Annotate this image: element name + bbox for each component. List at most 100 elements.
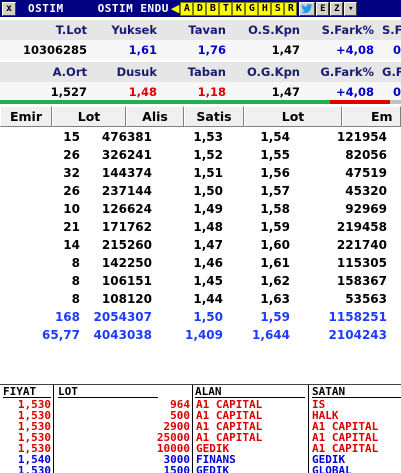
depth-cell-bid-price: 1,409	[185, 328, 223, 342]
depth-total-row[interactable]: 65,7740430381,4091,644210424334	[0, 326, 401, 344]
trade-row[interactable]: 1,530 1500 GEDIK GLOBAL	[0, 465, 401, 473]
depth-cell-ask-price: 1,60	[260, 238, 290, 252]
letter-button-g[interactable]: G	[245, 1, 259, 16]
depth-cell-buy-lot: 108120	[101, 292, 152, 306]
dropdown-chevron-icon[interactable]: ▾	[344, 1, 358, 16]
depth-cell-sell-lot: 45320	[345, 184, 387, 198]
depth-total-row[interactable]: 16820543071,501,5911582511	[0, 308, 401, 326]
depth-cell-sell-lot: 53563	[345, 292, 387, 306]
trade-header-seller: SATAN	[312, 385, 401, 398]
col-header-sell-lot[interactable]: Lot	[244, 106, 342, 127]
trade-header-buyer: ALAN	[195, 385, 305, 398]
depth-row[interactable]: 8 106151 1,45 1,62 158367	[0, 272, 401, 290]
ceiling-value: 1,76	[197, 43, 226, 57]
depth-row[interactable]: 26 237144 1,50 1,57 45320	[0, 182, 401, 200]
depth-row[interactable]: 26 326241 1,52 1,55 82056	[0, 146, 401, 164]
floor-label: Taban	[187, 65, 226, 79]
letter-button-s[interactable]: S	[271, 1, 285, 16]
s-fark-value: +4,08	[335, 43, 374, 57]
z-button[interactable]: Z	[330, 1, 344, 16]
arrow-left-icon[interactable]: ◀	[171, 2, 179, 15]
summary-value-row-2: 1,527 1,48 1,18 1,47 +4,08 0	[0, 82, 401, 102]
g-fark-label: G.Fark%	[320, 65, 374, 79]
col-header-ask[interactable]: Satis	[184, 106, 244, 127]
avg-label: A.Ort	[52, 65, 87, 79]
depth-cell-bid-price: 1,50	[193, 310, 223, 324]
depth-cell-sell-lot: 92969	[345, 202, 387, 216]
floor-value: 1,18	[197, 85, 226, 99]
depth-cell-buy-orders: 168	[54, 310, 80, 324]
price-change-strip	[0, 100, 401, 104]
letter-button-h[interactable]: H	[258, 1, 272, 16]
trade-price: 1,530	[17, 464, 51, 473]
depth-cell-ask-price: 1,54	[260, 130, 290, 144]
letter-button-a[interactable]: A	[180, 1, 194, 16]
col-header-sell-orders[interactable]: Em	[342, 106, 401, 127]
depth-cell-buy-orders: 26	[63, 184, 80, 198]
depth-cell-sell-lot: 158367	[336, 274, 387, 288]
low-label: Dusuk	[116, 65, 157, 79]
trades-panel: FIYAT LOT ALAN SATAN 1,530 964 A1 CAPITAL I…	[0, 384, 401, 473]
depth-cell-ask-price: 1,59	[260, 310, 290, 324]
letter-buttons: A D B T K G H S R	[180, 1, 298, 16]
depth-cell-buy-lot: 326241	[101, 148, 152, 162]
depth-cell-buy-lot: 144374	[101, 166, 152, 180]
letter-button-t[interactable]: T	[219, 1, 233, 16]
depth-cell-ask-price: 1,63	[260, 292, 290, 306]
g-fark-value: +4,08	[335, 85, 374, 99]
os-kpn-label: O.S.Kpn	[248, 23, 300, 37]
s-fark-label: S.Fark%	[321, 23, 374, 37]
letter-button-r[interactable]: R	[284, 1, 298, 16]
avg-value: 1,527	[50, 85, 87, 99]
depth-row[interactable]: 15 476381 1,53 1,54 121954	[0, 128, 401, 146]
depth-cell-buy-lot: 237144	[101, 184, 152, 198]
depth-row[interactable]: 21 171762 1,48 1,59 219458	[0, 218, 401, 236]
depth-cell-ask-price: 1,61	[260, 256, 290, 270]
g-f-value: 0	[393, 85, 401, 99]
depth-cell-buy-lot: 4043038	[93, 328, 152, 342]
close-button[interactable]: x	[2, 1, 16, 16]
twitter-bird-icon[interactable]	[299, 1, 316, 16]
depth-row[interactable]: 14 215260 1,47 1,60 221740	[0, 236, 401, 254]
depth-cell-sell-lot: 219458	[336, 220, 387, 234]
high-label: Yuksek	[111, 23, 157, 37]
trade-seller: GLOBAL	[312, 464, 352, 473]
depth-header-row: Emir Lot Alis Satis Lot Em	[0, 106, 401, 127]
col-header-bid[interactable]: Alis	[126, 106, 184, 127]
symbol-label: OSTIM	[28, 2, 64, 15]
depth-cell-buy-lot: 476381	[101, 130, 152, 144]
s-f-value: 0	[393, 43, 401, 57]
depth-row[interactable]: 32 144374 1,51 1,56 47519	[0, 164, 401, 182]
col-header-buy-lot[interactable]: Lot	[52, 106, 126, 127]
depth-cell-bid-price: 1,47	[193, 238, 223, 252]
og-kpn-value: 1,47	[271, 85, 300, 99]
depth-cell-buy-orders: 8	[71, 292, 80, 306]
depth-cell-ask-price: 1,59	[260, 220, 290, 234]
depth-cell-sell-lot: 47519	[345, 166, 387, 180]
depth-cell-sell-lot: 121954	[336, 130, 387, 144]
depth-cell-bid-price: 1,48	[193, 220, 223, 234]
col-header-buy-orders[interactable]: Emir	[0, 106, 52, 127]
depth-cell-sell-lot: 221740	[336, 238, 387, 252]
depth-cell-buy-lot: 2054307	[93, 310, 152, 324]
total-lot-label: T.Lot	[55, 23, 87, 37]
high-value: 1,61	[128, 43, 157, 57]
letter-button-d[interactable]: D	[193, 1, 207, 16]
depth-row[interactable]: 10 126624 1,49 1,58 92969	[0, 200, 401, 218]
depth-cell-buy-orders: 65,77	[42, 328, 80, 342]
s-f-label: S.F	[382, 23, 401, 37]
depth-cell-bid-price: 1,52	[193, 148, 223, 162]
letter-button-k[interactable]: K	[232, 1, 246, 16]
trade-header-price: FIYAT	[3, 385, 51, 398]
depth-cell-buy-orders: 10	[63, 202, 80, 216]
depth-cell-buy-lot: 106151	[101, 274, 152, 288]
edit-button[interactable]: E	[316, 1, 330, 16]
depth-row[interactable]: 8 108120 1,44 1,63 53563	[0, 290, 401, 308]
depth-cell-buy-orders: 14	[63, 238, 80, 252]
strip-red	[330, 100, 390, 104]
depth-cell-bid-price: 1,46	[193, 256, 223, 270]
strip-green	[0, 100, 330, 104]
depth-row[interactable]: 8 142250 1,46 1,61 115305	[0, 254, 401, 272]
letter-button-b[interactable]: B	[206, 1, 220, 16]
trade-buyer: GEDIK	[196, 464, 230, 473]
